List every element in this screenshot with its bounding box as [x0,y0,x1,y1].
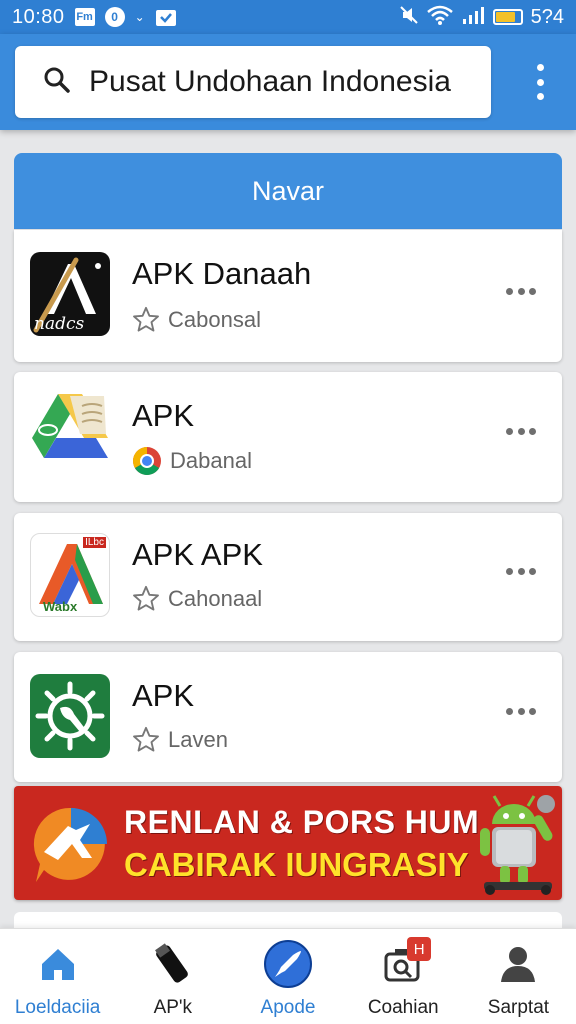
battery-level: 5?4 [530,5,564,28]
app-subtitle-text: Cabonsal [168,306,261,332]
notification-app-icon: Fm [74,8,95,26]
overflow-menu-button[interactable] [530,64,550,100]
dot-icon [506,287,513,295]
dot-icon [517,287,525,295]
camera-search-icon: H [383,937,432,987]
dot-icon [529,287,536,295]
notification-calendar-icon [155,7,177,27]
search-bar[interactable]: Pusat Undohaan Indonesia [15,46,491,118]
notification-chevron-icon: ⌄ [134,10,145,24]
app-subtitle: Cahonaal [132,585,262,612]
search-query[interactable]: Pusat Undohaan Indonesia [89,65,451,99]
star-icon [132,306,160,333]
app-subtitle-text: Laven [168,726,228,752]
app-card[interactable]: APK Laven [14,652,562,782]
dot-icon [536,78,544,86]
nav-item-apode[interactable]: Apode [230,929,345,1024]
dot-icon [506,707,513,715]
promo-banner[interactable]: RENLAN & PORS HUM CABIRAK IUNGRASIY [14,786,562,900]
dot-icon [517,567,525,575]
status-bar: 10:80 Fm 0 ⌄ 5?4 [0,0,576,34]
app-card[interactable]: ILbc Wabx APK APK Cahonaal [14,513,562,641]
notification-badge: H [407,937,432,961]
nav-label: Coahian [367,997,439,1018]
banner-logo-icon [30,804,112,889]
app-subtitle: Dabanal [132,446,252,476]
app-subtitle: Laven [132,726,228,753]
app-icon-label: Wabx [43,599,78,614]
usb-drive-icon [150,941,196,987]
star-icon [132,585,160,612]
battery-fill [495,12,515,22]
battery-icon [492,9,523,25]
app-icon-danaah: nadcs [30,252,110,336]
dot-icon [529,567,536,575]
nav-label: AP'k [153,997,193,1018]
app-icon-gear [30,674,110,758]
app-icon-a-logo: ILbc Wabx [30,533,110,617]
dot-icon [506,567,513,575]
section-title: Navar [251,175,325,206]
app-subtitle-text: Dabanal [170,448,252,473]
android-robot-icon [476,790,560,900]
dot-icon [517,707,525,715]
chrome-icon [132,446,162,476]
notification-circle-icon: 0 [104,7,125,27]
app-icon-drive [30,390,110,474]
dot-icon [506,427,513,435]
app-card[interactable]: APK Dabanal [14,372,562,502]
more-options-button[interactable] [506,706,536,716]
status-time: 10:80 [12,5,65,28]
nav-item-home[interactable]: Loeldaciia [0,929,115,1024]
nav-label: Apode [260,997,316,1018]
more-options-button[interactable] [506,566,536,576]
star-icon [132,726,160,753]
nav-item-sarptat[interactable]: Sarptat [461,929,576,1024]
rocket-icon [263,940,313,988]
person-icon [498,941,538,987]
bottom-navigation: Loeldaciia AP'k Apode H Coahian Sarptat [0,928,576,1024]
nav-label: Sarptat [487,997,550,1018]
banner-subheadline: CABIRAK IUNGRASIY [124,846,469,883]
app-name: APK APK [132,537,263,572]
status-right: 5?4 [399,5,564,30]
dot-icon [536,93,544,100]
wifi-icon [426,5,453,30]
app-subtitle-text: Cahonaal [168,585,263,611]
nav-label: Loeldaciia [14,997,101,1018]
app-icon-label: nadcs [34,314,85,334]
app-name: APK [132,398,195,433]
home-icon [38,941,78,987]
signal-icon [461,5,485,30]
nav-item-apk[interactable]: AP'k [115,929,230,1024]
app-subtitle: Cabonsal [132,306,261,333]
app-icon-tag: ILbc [83,537,106,548]
nav-item-coahian[interactable]: H Coahian [346,929,461,1024]
banner-headline: RENLAN & PORS HUM [124,804,480,840]
search-icon [43,66,71,99]
app-header: Pusat Undohaan Indonesia [0,34,576,130]
dot-icon [536,64,544,71]
more-options-button[interactable] [506,286,536,296]
app-name: APK Danaah [132,256,312,291]
dot-icon [529,427,536,435]
dot-icon [517,427,525,435]
more-options-button[interactable] [506,426,536,436]
mute-icon [399,5,419,30]
app-name: APK [132,678,195,713]
section-header[interactable]: Navar [14,153,562,229]
dot-icon [529,707,536,715]
app-card[interactable]: nadcs APK Danaah Cabonsal [14,230,562,362]
